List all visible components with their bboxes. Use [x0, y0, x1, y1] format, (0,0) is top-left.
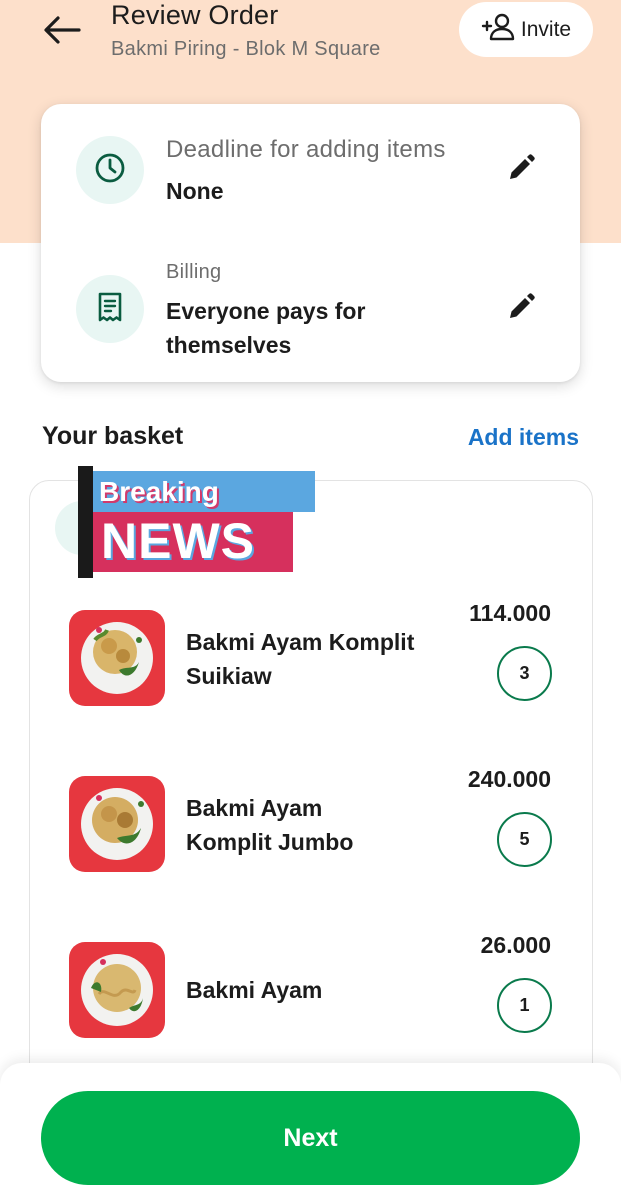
pencil-icon — [506, 292, 536, 327]
item-name: Bakmi Ayam Komplit Suikiaw — [186, 625, 446, 693]
item-name-line1: Bakmi Ayam — [186, 795, 323, 821]
billing-value-line2: themselves — [166, 332, 292, 358]
item-name-line1: Bakmi Ayam Komplit — [186, 629, 415, 655]
quantity-button[interactable]: 3 — [497, 646, 552, 701]
billing-icon-wrapper — [76, 275, 144, 343]
news-label: NEWS — [93, 512, 293, 572]
item-name: Bakmi Ayam — [186, 973, 446, 1007]
billing-value: Everyone pays for themselves — [166, 294, 365, 362]
invite-label: Invite — [520, 17, 572, 41]
food-thumbnail — [69, 610, 165, 706]
add-person-icon — [481, 12, 515, 48]
news-bar — [78, 466, 93, 578]
basket-item[interactable]: Bakmi Ayam 26.000 1 — [0, 932, 621, 1052]
basket-item[interactable]: Bakmi Ayam Komplit Suikiaw 114.000 3 — [0, 600, 621, 720]
back-button[interactable] — [38, 8, 86, 56]
breaking-label: Breaking — [93, 471, 315, 512]
item-name: Bakmi Ayam Komplit Jumbo — [186, 791, 446, 859]
edit-billing-button[interactable] — [501, 289, 541, 329]
invite-button[interactable]: Invite — [459, 2, 593, 57]
quantity-button[interactable]: 5 — [497, 812, 552, 867]
item-price: 26.000 — [480, 932, 551, 958]
receipt-icon — [95, 291, 125, 328]
arrow-left-icon — [43, 15, 81, 50]
item-name-line2: Suikiaw — [186, 663, 272, 689]
item-name-line2: Komplit Jumbo — [186, 829, 354, 855]
item-price: 240.000 — [467, 766, 551, 792]
edit-deadline-button[interactable] — [501, 150, 541, 190]
deadline-label: Deadline for adding items — [166, 136, 446, 163]
page-title: Review Order — [111, 0, 279, 30]
breaking-news-overlay: Breaking NEWS — [78, 466, 315, 581]
item-name-line1: Bakmi Ayam — [186, 977, 323, 1003]
restaurant-name: Bakmi Piring - Blok M Square — [111, 38, 381, 60]
deadline-value: None — [166, 178, 224, 204]
next-button[interactable]: Next — [41, 1091, 580, 1185]
add-items-link[interactable]: Add items — [468, 424, 579, 451]
billing-value-line1: Everyone pays for — [166, 298, 366, 324]
billing-label: Billing — [166, 261, 222, 283]
pencil-icon — [506, 153, 536, 188]
food-thumbnail — [69, 942, 165, 1038]
deadline-icon-wrapper — [76, 136, 144, 204]
basket-title: Your basket — [42, 422, 184, 450]
clock-icon — [94, 152, 126, 189]
quantity-button[interactable]: 1 — [497, 978, 552, 1033]
basket-item[interactable]: Bakmi Ayam Komplit Jumbo 240.000 5 — [0, 766, 621, 886]
order-details-card: Deadline for adding items None Billing E… — [41, 104, 580, 382]
food-thumbnail — [69, 776, 165, 872]
item-price: 114.000 — [469, 600, 551, 626]
